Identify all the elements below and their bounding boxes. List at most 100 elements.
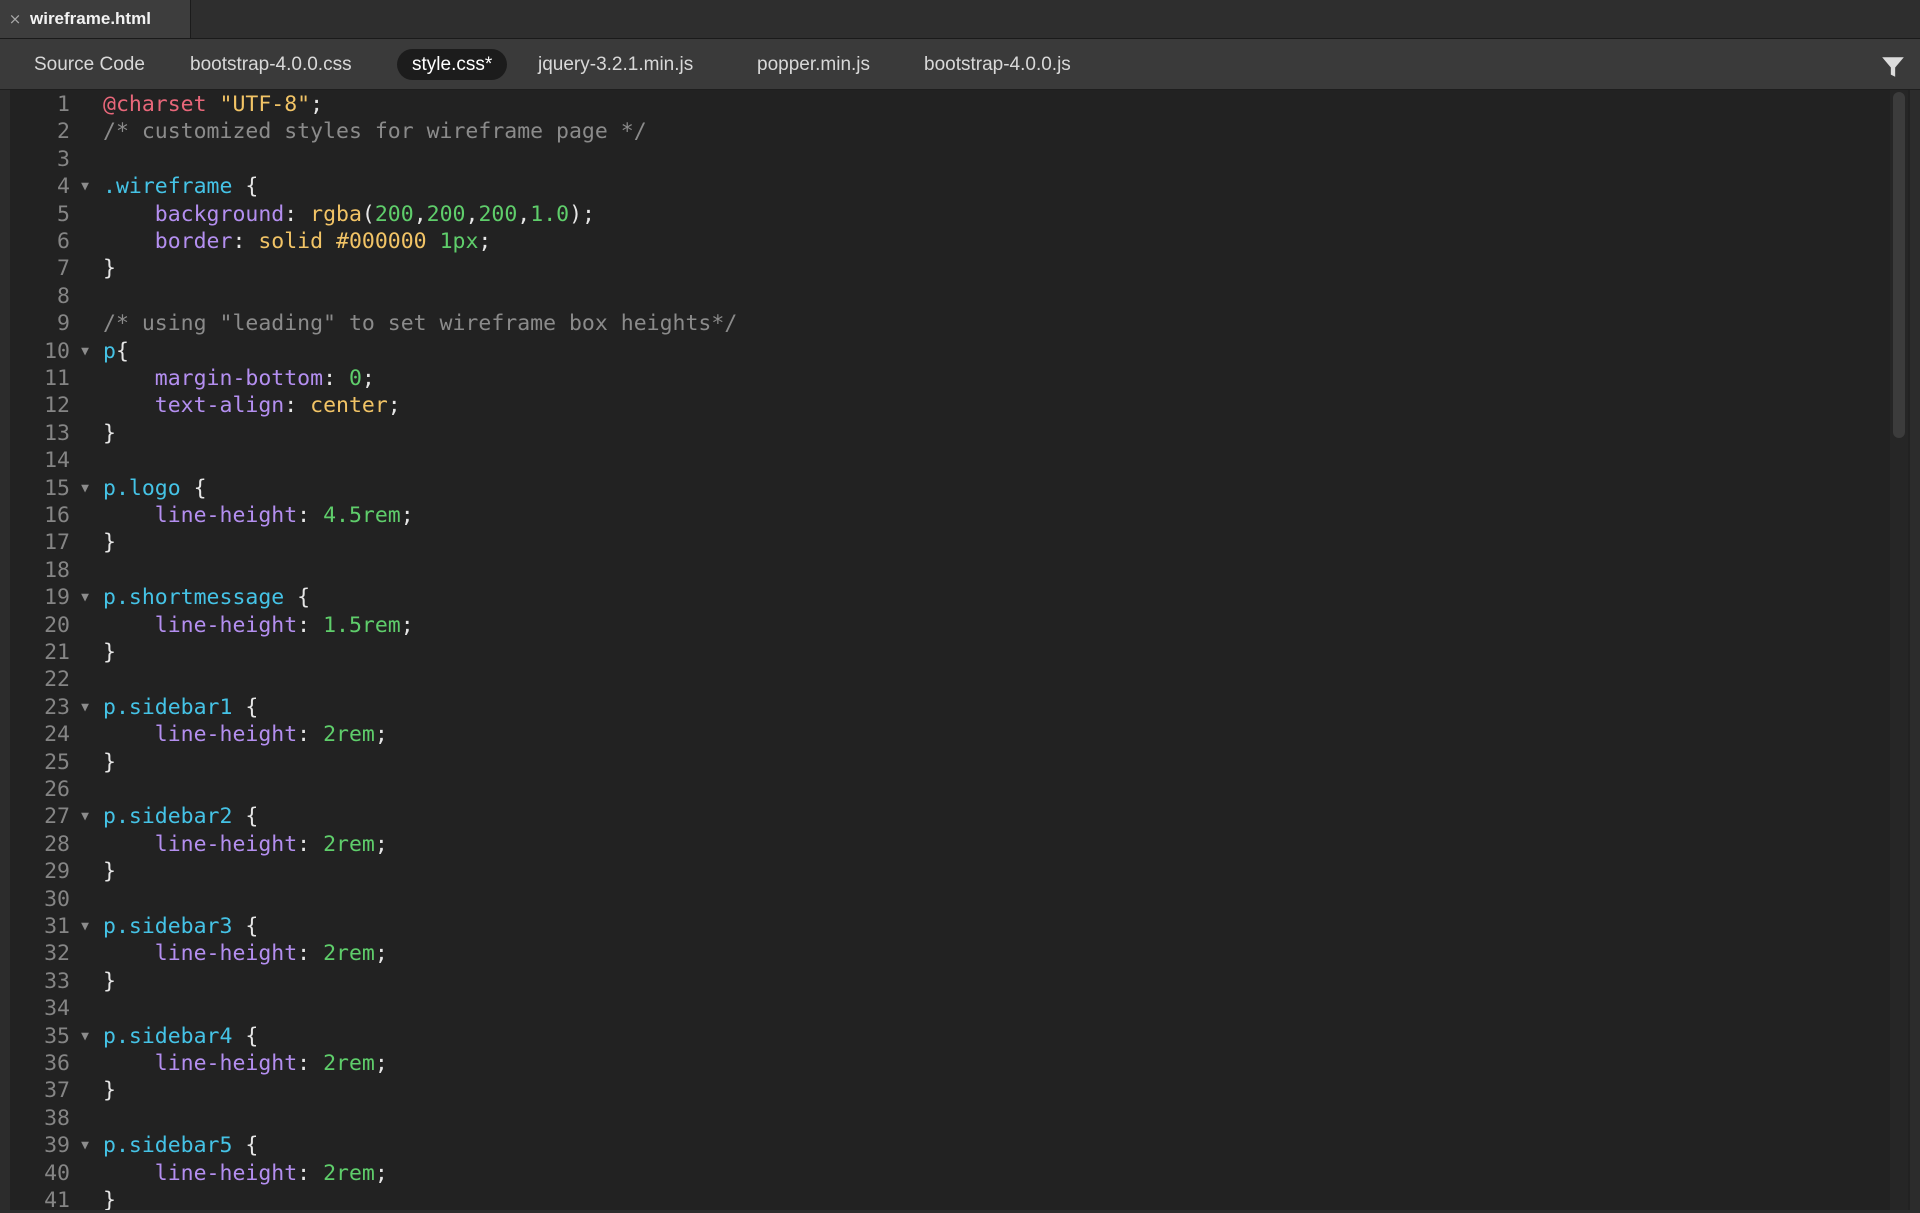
code-line[interactable]: 11 margin-bottom: 0; — [10, 365, 1890, 392]
code-line[interactable]: 21} — [10, 639, 1890, 666]
tab-bootstrap-js[interactable]: bootstrap-4.0.0.js — [909, 49, 1086, 80]
code-line[interactable]: 23 ▼ p.sidebar1 { — [10, 694, 1890, 721]
code-text: } — [103, 968, 116, 995]
fold-arrow-icon[interactable]: ▼ — [78, 584, 92, 611]
code-token: , — [413, 201, 427, 227]
line-number: 11 — [44, 366, 70, 391]
close-icon[interactable]: × — [0, 10, 30, 28]
tab-jquery-js[interactable]: jquery-3.2.1.min.js — [523, 49, 708, 80]
code-line[interactable]: 14 — [10, 447, 1890, 474]
code-text: } — [103, 1187, 116, 1210]
vertical-scrollbar[interactable] — [1890, 90, 1908, 1210]
code-token: 2rem — [323, 722, 375, 748]
code-line[interactable]: 28 line-height: 2rem; — [10, 831, 1890, 858]
code-token: ; — [374, 1160, 388, 1186]
fold-arrow-icon[interactable]: ▼ — [78, 338, 92, 365]
code-line[interactable]: 9 /* using "leading" to set wireframe box… — [10, 310, 1890, 337]
fold-arrow-icon[interactable]: ▼ — [78, 475, 92, 502]
code-line[interactable]: 1 @charset "UTF-8"; — [10, 91, 1890, 118]
code-line[interactable]: 15 ▼ p.logo { — [10, 475, 1890, 502]
code-line[interactable]: 25} — [10, 749, 1890, 776]
code-token: ; — [478, 229, 492, 254]
code-token: { — [232, 174, 259, 200]
code-token: p.sidebar4 — [103, 1023, 233, 1049]
code-token: { — [180, 475, 207, 501]
code-token: ; — [387, 393, 401, 419]
filter-icon[interactable] — [1880, 54, 1906, 80]
code-token: : — [284, 393, 311, 419]
code-line[interactable]: 26 — [10, 776, 1890, 803]
code-token: , — [465, 201, 479, 227]
code-line[interactable]: 29} — [10, 858, 1890, 885]
code-token: : — [297, 1051, 324, 1076]
code-line[interactable]: 2 /* customized styles for wireframe page… — [10, 118, 1890, 145]
code-token: p.shortmessage — [103, 585, 285, 611]
code-line[interactable]: 34 — [10, 995, 1890, 1022]
code-line[interactable]: 35 ▼ p.sidebar4 { — [10, 1023, 1890, 1050]
code-line[interactable]: 7} — [10, 255, 1890, 282]
code-line[interactable]: 3 — [10, 146, 1890, 173]
code-editor[interactable]: 1 @charset "UTF-8"; 2 /* customized styles … — [10, 90, 1910, 1210]
fold-arrow-icon[interactable]: ▼ — [78, 1132, 92, 1159]
code-line[interactable]: 40 line-height: 2rem; — [10, 1160, 1890, 1187]
code-line[interactable]: 32 line-height: 2rem; — [10, 940, 1890, 967]
code-line[interactable]: 18 — [10, 557, 1890, 584]
code-line[interactable]: 13} — [10, 420, 1890, 447]
code-text: /* customized styles for wireframe page … — [103, 118, 647, 145]
code-token: 1.5rem — [323, 612, 401, 638]
tab-popper-js[interactable]: popper.min.js — [742, 49, 885, 80]
line-number: 4 — [57, 174, 70, 200]
code-text: border: solid #000000 1px; — [103, 228, 492, 255]
fold-arrow-icon[interactable]: ▼ — [78, 803, 92, 830]
code-line[interactable]: 31 ▼ p.sidebar3 { — [10, 913, 1890, 940]
fold-arrow-icon[interactable]: ▼ — [78, 694, 92, 721]
code-line[interactable]: 12 text-align: center; — [10, 392, 1890, 419]
fold-arrow-icon[interactable]: ▼ — [78, 1023, 92, 1050]
code-line[interactable]: 4 ▼ .wireframe { — [10, 173, 1890, 200]
code-line[interactable]: 16 line-height: 4.5rem; — [10, 502, 1890, 529]
code-token: 1px — [439, 229, 479, 254]
code-line[interactable]: 37} — [10, 1077, 1890, 1104]
code-line[interactable]: 41} — [10, 1187, 1890, 1210]
code-token: : — [232, 229, 259, 254]
line-number: 38 — [44, 1105, 70, 1131]
code-line[interactable]: 20 line-height: 1.5rem; — [10, 612, 1890, 639]
code-line[interactable]: 30 — [10, 886, 1890, 913]
code-line[interactable]: 19 ▼ p.shortmessage { — [10, 584, 1890, 611]
code-token: 2rem — [323, 831, 375, 857]
code-line[interactable]: 22 — [10, 666, 1890, 693]
code-line[interactable]: 17} — [10, 529, 1890, 556]
line-number: 13 — [44, 420, 70, 446]
code-token: : — [323, 366, 349, 391]
code-line[interactable]: 10 ▼ p{ — [10, 338, 1890, 365]
code-text: } — [103, 749, 116, 776]
tab-bootstrap-css[interactable]: bootstrap-4.0.0.css — [175, 49, 367, 80]
scrollbar-thumb[interactable] — [1893, 92, 1905, 438]
code-token: line-height — [154, 1051, 298, 1076]
code-line[interactable]: 36 line-height: 2rem; — [10, 1050, 1890, 1077]
code-line[interactable]: 6 border: solid #000000 1px; — [10, 228, 1890, 255]
code-token: ; — [374, 831, 388, 857]
code-token: : — [297, 722, 324, 748]
code-line[interactable]: 5 background: rgba(200,200,200,1.0); — [10, 201, 1890, 228]
code-token: 2rem — [323, 1160, 375, 1186]
code-line[interactable]: 33} — [10, 968, 1890, 995]
fold-arrow-icon[interactable]: ▼ — [78, 173, 92, 200]
code-token: ; — [374, 722, 388, 748]
tab-source-code[interactable]: Source Code — [19, 49, 160, 80]
line-number: 32 — [44, 941, 70, 967]
code-token: solid #000000 — [258, 229, 427, 254]
document-tab[interactable]: × wireframe.html — [0, 0, 191, 38]
code-text: line-height: 4.5rem; — [103, 502, 414, 529]
code-token: p.sidebar1 — [103, 694, 233, 720]
fold-arrow-icon[interactable]: ▼ — [78, 913, 92, 940]
code-line[interactable]: 27 ▼ p.sidebar2 { — [10, 803, 1890, 830]
code-line[interactable]: 38 — [10, 1105, 1890, 1132]
code-text: p.shortmessage { — [103, 584, 310, 611]
code-line[interactable]: 24 line-height: 2rem; — [10, 721, 1890, 748]
tab-style-css[interactable]: style.css* — [397, 49, 508, 80]
code-line[interactable]: 8 — [10, 283, 1890, 310]
code-line[interactable]: 39 ▼ p.sidebar5 { — [10, 1132, 1890, 1159]
